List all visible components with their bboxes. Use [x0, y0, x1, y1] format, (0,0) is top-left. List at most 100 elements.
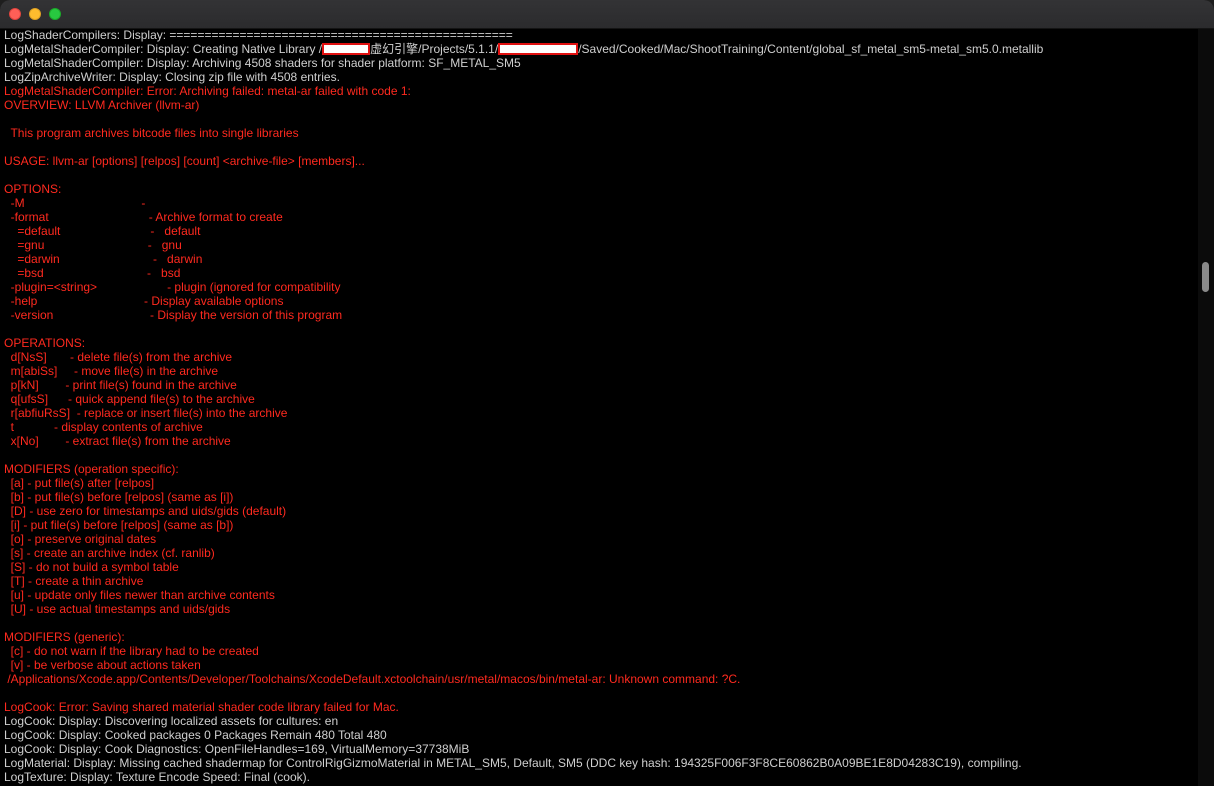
terminal-line: LogMetalShaderCompiler: Display: Creatin… [4, 42, 1043, 56]
terminal-line-error: [U] - use actual timestamps and uids/gid… [4, 602, 1043, 616]
line-text: LogCook: Display: Discovering localized … [4, 714, 339, 728]
line-text: =default - default [4, 224, 201, 238]
terminal-line-error: USAGE: llvm-ar [options] [relpos] [count… [4, 154, 1043, 168]
redacted-username-block [322, 43, 371, 55]
terminal-line-error: [s] - create an archive index (cf. ranli… [4, 546, 1043, 560]
line-text: m[abiSs] - move file(s) in the archive [4, 364, 219, 378]
line-text: LogTexture: Display: Texture Encode Spee… [4, 770, 310, 784]
terminal-line-error: =default - default [4, 224, 1043, 238]
line-text: [U] - use actual timestamps and uids/gid… [4, 602, 231, 616]
line-text: -plugin=<string> - plugin (ignored for c… [4, 280, 341, 294]
line-text: LogMetalShaderCompiler: Error: Archiving… [4, 84, 411, 98]
scrollbar-thumb[interactable] [1202, 262, 1209, 292]
line-text: [s] - create an archive index (cf. ranli… [4, 546, 215, 560]
terminal-line-error [4, 322, 1043, 336]
terminal-line-error: -version - Display the version of this p… [4, 308, 1043, 322]
terminal-line-error: [i] - put file(s) before [relpos] (same … [4, 518, 1043, 532]
line-text: [o] - preserve original dates [4, 532, 157, 546]
terminal-line-error: -help - Display available options [4, 294, 1043, 308]
terminal-line-error: OVERVIEW: LLVM Archiver (llvm-ar) [4, 98, 1043, 112]
line-text: t - display contents of archive [4, 420, 203, 434]
terminal-line-error: d[NsS] - delete file(s) from the archive [4, 350, 1043, 364]
line-text: x[No] - extract file(s) from the archive [4, 434, 231, 448]
line-text: [T] - create a thin archive [4, 574, 144, 588]
line-text: OPTIONS: [4, 182, 62, 196]
line-text: OPERATIONS: [4, 336, 86, 350]
terminal-line-error: [c] - do not warn if the library had to … [4, 644, 1043, 658]
zoom-window-button[interactable] [49, 8, 61, 20]
line-text: USAGE: llvm-ar [options] [relpos] [count… [4, 154, 365, 168]
terminal-line: LogZipArchiveWriter: Display: Closing zi… [4, 70, 1043, 84]
vertical-scrollbar[interactable] [1198, 29, 1214, 786]
output-lines: LogShaderCompilers: Display: ===========… [4, 29, 1043, 784]
line-text: -M - [4, 196, 146, 210]
terminal-line-error: LogCook: Error: Saving shared material s… [4, 700, 1043, 714]
terminal-line-error: OPTIONS: [4, 182, 1043, 196]
terminal-line-error [4, 448, 1043, 462]
terminal-line-error: p[kN] - print file(s) found in the archi… [4, 378, 1043, 392]
title-bar[interactable] [0, 0, 1214, 29]
line-text: =bsd - bsd [4, 266, 181, 280]
terminal-line: LogShaderCompilers: Display: ===========… [4, 29, 1043, 42]
line-text: r[abfiuRsS] - replace or insert file(s) … [4, 406, 288, 420]
line-text: [S] - do not build a symbol table [4, 560, 179, 574]
close-window-button[interactable] [9, 8, 21, 20]
terminal-line-error [4, 616, 1043, 630]
line-text: -format - Archive format to create [4, 210, 283, 224]
line-text-path-tail: /Saved/Cooked/Mac/ShootTraining/Content/… [578, 42, 1044, 56]
line-text: -help - Display available options [4, 294, 284, 308]
terminal-line-error: OPERATIONS: [4, 336, 1043, 350]
terminal-line: LogCook: Display: Cook Diagnostics: Open… [4, 742, 1043, 756]
line-text: This program archives bitcode files into… [4, 126, 299, 140]
terminal-line-error: =gnu - gnu [4, 238, 1043, 252]
line-text: [v] - be verbose about actions taken [4, 658, 201, 672]
line-text: LogZipArchiveWriter: Display: Closing zi… [4, 70, 340, 84]
terminal-line-error: [o] - preserve original dates [4, 532, 1043, 546]
line-text: [a] - put file(s) after [relpos] [4, 476, 155, 490]
terminal-line-error [4, 686, 1043, 700]
redacted-project-block [498, 43, 579, 55]
terminal-line-error: LogMetalShaderCompiler: Error: Archiving… [4, 84, 1043, 98]
terminal-line: LogCook: Display: Discovering localized … [4, 714, 1043, 728]
terminal-line: LogMetalShaderCompiler: Display: Archivi… [4, 56, 1043, 70]
line-text: [u] - update only files newer than archi… [4, 588, 275, 602]
terminal-line-error: [v] - be verbose about actions taken [4, 658, 1043, 672]
terminal-line-error: r[abfiuRsS] - replace or insert file(s) … [4, 406, 1043, 420]
terminal-line-error: [D] - use zero for timestamps and uids/g… [4, 504, 1043, 518]
line-text: LogCook: Display: Cook Diagnostics: Open… [4, 742, 470, 756]
terminal-line-error: MODIFIERS (generic): [4, 630, 1043, 644]
terminal-line-error: =darwin - darwin [4, 252, 1043, 266]
line-text-path: 虚幻引擎/Projects/5.1.1/ [370, 42, 499, 56]
terminal-window: LogShaderCompilers: Display: ===========… [0, 0, 1214, 786]
terminal-line-error: x[No] - extract file(s) from the archive [4, 434, 1043, 448]
line-text: =darwin - darwin [4, 252, 203, 266]
line-text: [c] - do not warn if the library had to … [4, 644, 259, 658]
terminal-line-error: m[abiSs] - move file(s) in the archive [4, 364, 1043, 378]
terminal-line-error [4, 168, 1043, 182]
terminal-line-error: -plugin=<string> - plugin (ignored for c… [4, 280, 1043, 294]
terminal-line-error: /Applications/Xcode.app/Contents/Develop… [4, 672, 1043, 686]
terminal-output[interactable]: LogShaderCompilers: Display: ===========… [0, 29, 1198, 786]
minimize-window-button[interactable] [29, 8, 41, 20]
terminal-line: LogTexture: Display: Texture Encode Spee… [4, 770, 1043, 784]
line-text: LogMaterial: Display: Missing cached sha… [4, 756, 1022, 770]
line-text: [D] - use zero for timestamps and uids/g… [4, 504, 287, 518]
terminal-line: LogCook: Display: Cooked packages 0 Pack… [4, 728, 1043, 742]
terminal-line-error: This program archives bitcode files into… [4, 126, 1043, 140]
line-text: q[ufsS] - quick append file(s) to the ar… [4, 392, 255, 406]
terminal-line-error: -M - [4, 196, 1043, 210]
line-text: MODIFIERS (operation specific): [4, 462, 179, 476]
line-text: LogMetalShaderCompiler: Display: Creatin… [4, 42, 323, 56]
line-text: LogCook: Error: Saving shared material s… [4, 700, 399, 714]
line-text: LogMetalShaderCompiler: Display: Archivi… [4, 56, 521, 70]
terminal-line-error: -format - Archive format to create [4, 210, 1043, 224]
terminal-line-error: =bsd - bsd [4, 266, 1043, 280]
line-text: [i] - put file(s) before [relpos] (same … [4, 518, 234, 532]
line-text: /Applications/Xcode.app/Contents/Develop… [4, 672, 741, 686]
terminal-line-error: [u] - update only files newer than archi… [4, 588, 1043, 602]
terminal-line-error: t - display contents of archive [4, 420, 1043, 434]
line-text: LogShaderCompilers: Display: ===========… [4, 29, 513, 42]
line-text: d[NsS] - delete file(s) from the archive [4, 350, 233, 364]
line-text: =gnu - gnu [4, 238, 182, 252]
line-text: MODIFIERS (generic): [4, 630, 125, 644]
